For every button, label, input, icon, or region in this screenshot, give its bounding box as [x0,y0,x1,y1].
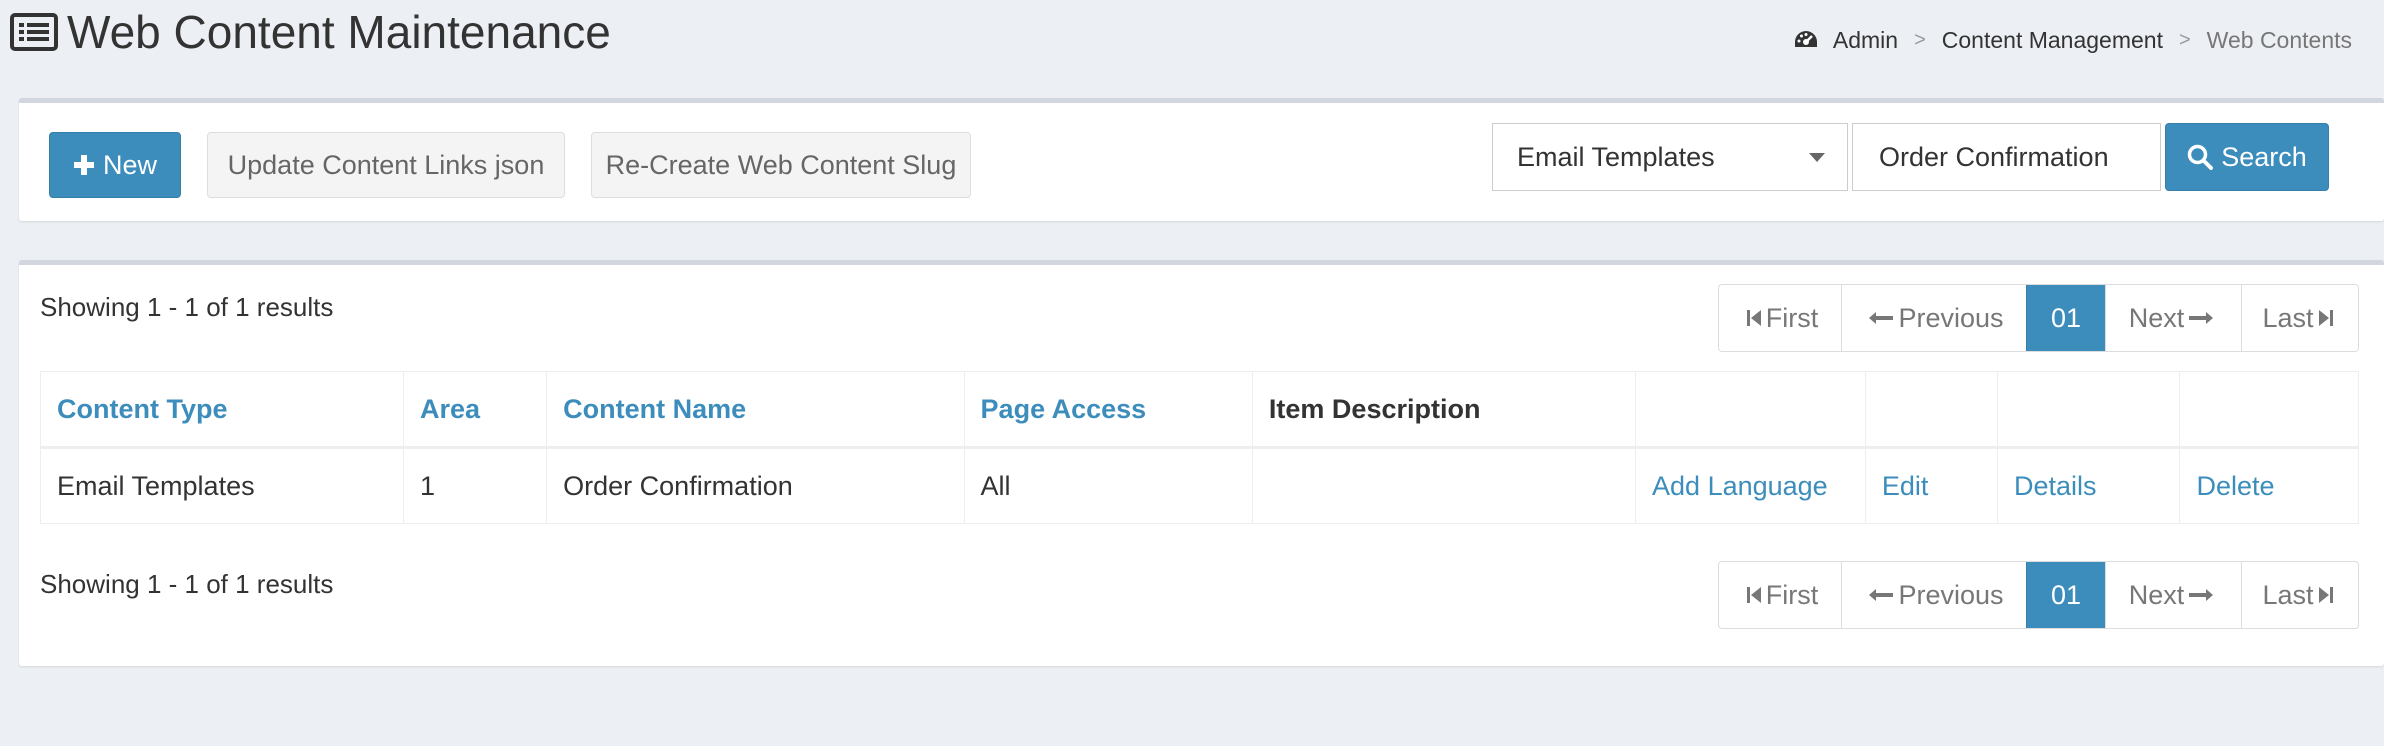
pagination-previous-label: Previous [1898,302,2004,333]
search-button-label: Search [2221,141,2307,172]
recreate-slug-label: Re-Create Web Content Slug [605,149,957,180]
cell-action: Delete [2179,447,2359,524]
pagination-previous-label: Previous [1898,579,2004,610]
results-summary-bottom: Showing 1 - 1 of 1 results [40,569,334,599]
column-header-empty [1635,371,1866,449]
details-link[interactable]: Details [2014,471,2097,501]
step-forward-icon [2318,310,2333,326]
pagination-first[interactable]: First [1719,562,1841,628]
page: Web Content Maintenance Admin > Content … [0,0,2384,746]
arrow-left-icon [1869,589,1894,601]
new-button[interactable]: New [49,132,181,198]
toolbar-box: New Update Content Links json Re-Create … [19,98,2384,221]
cell-page-access: All [963,447,1253,524]
pagination-first[interactable]: First [1719,285,1841,351]
results-table: Content Type Area Content Name Page Acce… [40,371,2359,524]
update-content-links-button[interactable]: Update Content Links json [207,132,565,198]
pagination-last[interactable]: Last [2241,562,2358,628]
breadcrumb-item-content-management[interactable]: Content Management [1942,27,2163,54]
column-header-page-access[interactable]: Page Access [963,371,1253,449]
content-type-select-value: Email Templates [1517,141,1715,172]
pagination-first-label: First [1765,302,1819,333]
cell-action: Details [1996,447,2181,524]
arrow-right-icon [2189,589,2214,601]
edit-link[interactable]: Edit [1882,471,1929,501]
delete-link[interactable]: Delete [2196,471,2274,501]
step-backward-icon [1746,310,1761,326]
breadcrumb-separator: > [1914,28,1926,51]
column-header-item-description: Item Description [1251,371,1637,449]
pagination-last-label: Last [2262,302,2314,333]
step-forward-icon [2318,587,2333,603]
column-header-empty [2179,371,2359,449]
cell-item-description [1251,447,1637,524]
breadcrumb: Admin > Content Management > Web Content… [1793,22,2352,58]
column-header-empty [1864,371,1998,449]
results-box: Showing 1 - 1 of 1 results First Previou… [19,260,2384,666]
pagination-next[interactable]: Next [2105,562,2241,628]
content-type-select[interactable]: Email Templates [1492,123,1848,191]
column-header-content-type[interactable]: Content Type [40,371,404,449]
pagination-next-label: Next [2128,302,2185,333]
search-input-value: Order Confirmation [1879,141,2109,172]
arrow-right-icon [2189,312,2214,324]
new-button-label: New [102,149,157,180]
pagination-first-label: First [1765,579,1819,610]
pagination-last-label: Last [2262,579,2314,610]
page-title: Web Content Maintenance [67,6,611,58]
list-alt-icon [10,13,58,51]
cell-action: Edit [1864,447,1998,524]
update-content-links-label: Update Content Links json [227,149,545,180]
cell-action: Add Language [1635,447,1866,524]
column-header-empty [1996,371,2181,449]
column-header-area[interactable]: Area [402,371,548,449]
pagination: First Previous 01 Next Last [1718,284,2359,352]
pagination-previous[interactable]: Previous [1841,285,2026,351]
search-icon [2187,144,2214,170]
pagination-next[interactable]: Next [2105,285,2241,351]
plus-icon [73,155,94,175]
dashboard-icon [1794,31,1817,47]
cell-content-type: Email Templates [40,447,404,524]
arrow-left-icon [1869,312,1894,324]
pagination-bottom: First Previous 01 Next Last [1718,561,2359,629]
chevron-down-icon [1809,153,1825,162]
breadcrumb-item-web-contents: Web Contents [2206,26,2352,53]
pagination-next-label: Next [2128,579,2185,610]
add-language-link[interactable]: Add Language [1652,471,1828,501]
table-row: Email Templates 1 Order Confirmation All… [40,447,2359,524]
table-header-row: Content Type Area Content Name Page Acce… [40,371,2359,449]
results-summary: Showing 1 - 1 of 1 results [40,292,334,322]
pagination-page-current[interactable]: 01 [2026,285,2105,351]
page-header: Web Content Maintenance Admin > Content … [0,0,2384,80]
step-backward-icon [1746,587,1761,603]
breadcrumb-separator: > [2178,28,2191,51]
column-header-content-name[interactable]: Content Name [546,371,965,449]
cell-area: 1 [402,447,548,524]
pagination-page-current[interactable]: 01 [2026,562,2105,628]
search-button[interactable]: Search [2165,123,2329,191]
breadcrumb-item-admin[interactable]: Admin [1833,27,1898,54]
pagination-previous[interactable]: Previous [1841,562,2026,628]
cell-content-name: Order Confirmation [546,447,965,524]
search-input[interactable]: Order Confirmation [1852,123,2161,191]
pagination-last[interactable]: Last [2241,285,2358,351]
recreate-slug-button[interactable]: Re-Create Web Content Slug [591,132,971,198]
